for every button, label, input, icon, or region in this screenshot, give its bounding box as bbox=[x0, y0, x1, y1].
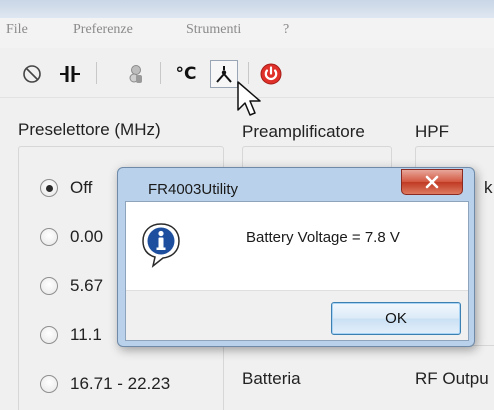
option-label: 5.67 bbox=[70, 276, 104, 295]
hpf-value: k bbox=[484, 178, 493, 197]
preselector-title: Preselettore (MHz) bbox=[18, 120, 161, 139]
radio-button[interactable] bbox=[40, 228, 58, 246]
mouse-pointer-icon bbox=[237, 81, 261, 116]
dialog-close-button[interactable] bbox=[401, 169, 463, 195]
menu-bar: File Preferenze Strumenti ? bbox=[0, 18, 494, 48]
antenna-button[interactable] bbox=[210, 60, 238, 88]
information-icon bbox=[142, 223, 180, 268]
menu-preferenze[interactable]: Preferenze bbox=[73, 22, 133, 38]
dialog-body: Battery Voltage = 7.8 V OK bbox=[125, 201, 469, 341]
antenna-icon bbox=[216, 66, 232, 83]
menu-help[interactable]: ? bbox=[283, 22, 289, 38]
capacitor-button[interactable] bbox=[56, 60, 84, 88]
power-off-button[interactable] bbox=[18, 60, 46, 88]
temperature-button[interactable]: °C bbox=[172, 60, 200, 88]
rf-output-title: RF Outpu bbox=[415, 369, 489, 388]
message-dialog: FR4003Utility Battery Voltage = 7.8 V OK bbox=[117, 167, 475, 347]
option-label: 0.00 bbox=[70, 227, 104, 246]
dialog-title: FR4003Utility bbox=[148, 181, 239, 198]
capacitor-icon bbox=[60, 66, 80, 82]
radio-button[interactable] bbox=[40, 179, 58, 197]
preamp-title: Preamplificatore bbox=[242, 122, 365, 141]
celsius-icon: °C bbox=[175, 64, 197, 84]
radio-button[interactable] bbox=[40, 277, 58, 295]
power-off-icon bbox=[23, 65, 41, 83]
dialog-message: Battery Voltage = 7.8 V bbox=[246, 229, 400, 246]
close-icon bbox=[425, 175, 439, 189]
menu-file[interactable]: File bbox=[6, 22, 28, 38]
toolbar-separator bbox=[160, 62, 161, 84]
radio-button[interactable] bbox=[40, 375, 58, 393]
option-label: 11.1 bbox=[70, 325, 102, 344]
preselector-option-off[interactable]: Off bbox=[40, 178, 92, 198]
option-label: 16.71 - 22.23 bbox=[70, 374, 171, 393]
ok-button[interactable]: OK bbox=[331, 302, 461, 335]
option-label: Off bbox=[70, 178, 93, 197]
preselector-option-5[interactable]: 16.71 - 22.23 bbox=[40, 374, 170, 394]
dial-icon bbox=[129, 65, 142, 83]
hpf-title: HPF bbox=[415, 122, 449, 141]
window-top-edge bbox=[0, 0, 494, 18]
preselector-option-3[interactable]: 5.67 bbox=[40, 276, 103, 296]
preselector-option-2[interactable]: 0.00 bbox=[40, 227, 103, 247]
battery-title: Batteria bbox=[242, 369, 301, 388]
toolbar-separator bbox=[96, 62, 97, 84]
menu-strumenti[interactable]: Strumenti bbox=[186, 22, 241, 38]
dial-button[interactable] bbox=[122, 60, 150, 88]
radio-button[interactable] bbox=[40, 326, 58, 344]
dialog-footer: OK bbox=[126, 290, 468, 340]
preselector-option-4[interactable]: 11.1 bbox=[40, 325, 102, 345]
